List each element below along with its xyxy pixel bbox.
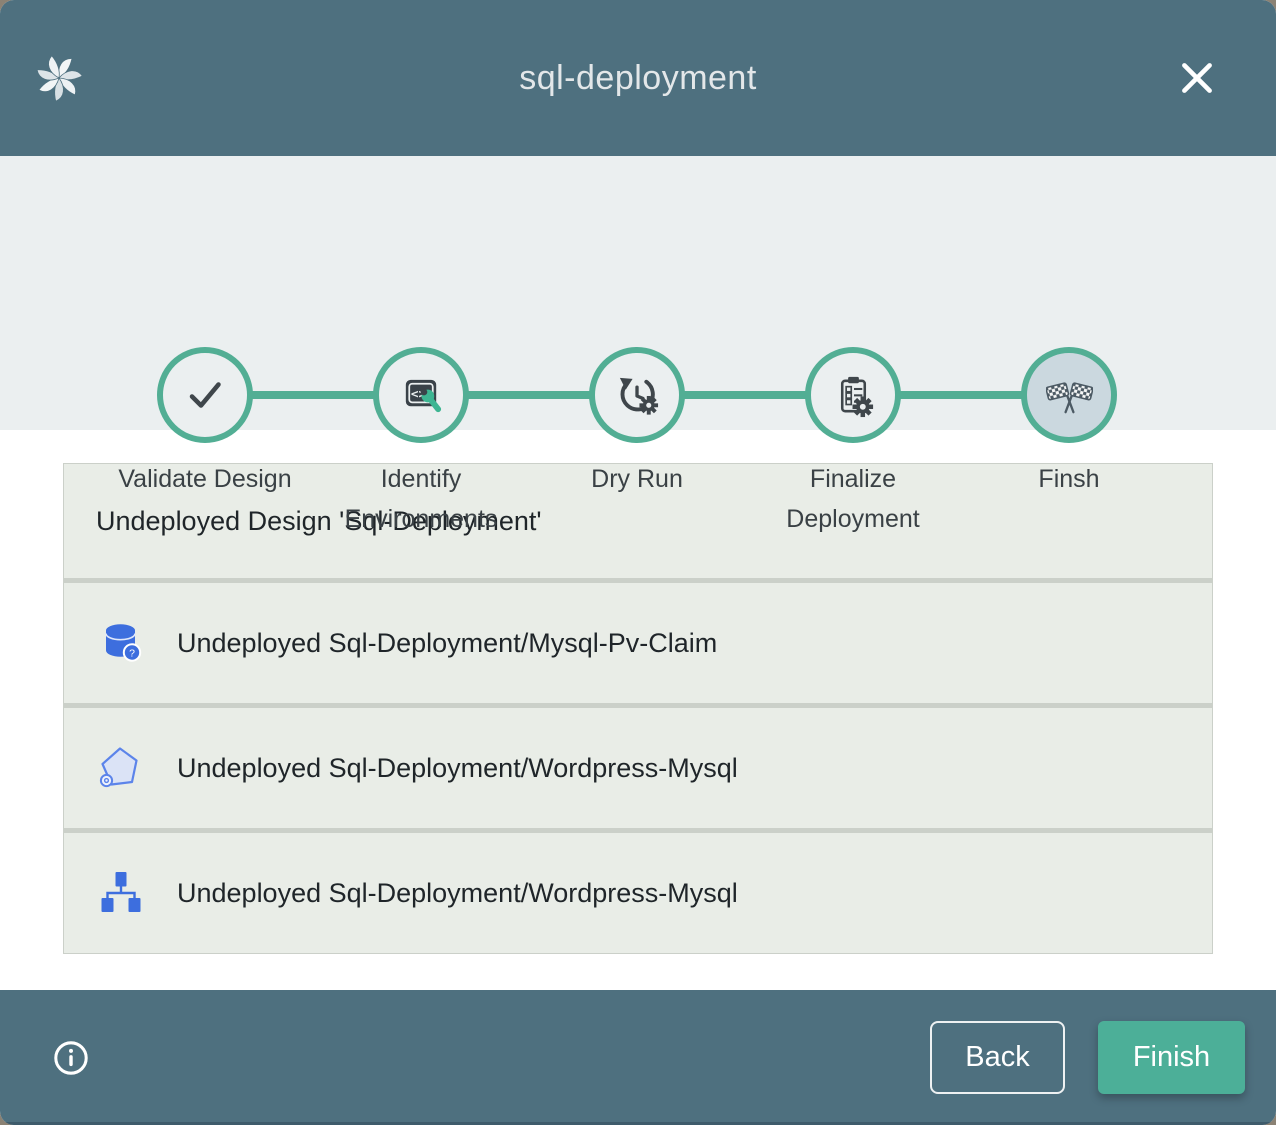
svg-text:?: ? bbox=[129, 647, 135, 659]
back-button[interactable]: Back bbox=[930, 1021, 1065, 1094]
stepper-steps: Validate Design <> Identify Environments bbox=[97, 347, 1177, 539]
step-validate-design: Validate Design bbox=[97, 347, 313, 539]
step-finish: Finsh bbox=[961, 347, 1177, 539]
deployment-wizard-modal: sql-deployment Validate Design bbox=[0, 0, 1276, 1125]
result-text: Undeployed Sql-Deployment/Wordpress-Mysq… bbox=[177, 878, 738, 909]
close-icon bbox=[1176, 57, 1218, 99]
result-row-wordpress-mysql-config: Undeployed Sql-Deployment/Wordpress-Mysq… bbox=[64, 708, 1212, 828]
step-label: Finsh bbox=[1038, 459, 1099, 499]
step-label: Identify Environments bbox=[313, 459, 529, 539]
result-row-mysql-pv-claim: ? Undeployed Sql-Deployment/Mysql-Pv-Cla… bbox=[64, 583, 1212, 703]
result-row-wordpress-mysql-tree: Undeployed Sql-Deployment/Wordpress-Mysq… bbox=[64, 833, 1212, 953]
step-identify-environments: <> Identify Environments bbox=[313, 347, 529, 539]
step-circle-validate-design bbox=[157, 347, 253, 443]
step-circle-identify-environments: <> bbox=[373, 347, 469, 443]
info-icon bbox=[52, 1039, 90, 1077]
check-icon bbox=[182, 372, 228, 418]
result-text: Undeployed Sql-Deployment/Wordpress-Mysq… bbox=[177, 753, 738, 784]
step-label: Finalize Deployment bbox=[745, 459, 961, 539]
info-button[interactable] bbox=[52, 1039, 90, 1077]
pentagon-icon bbox=[98, 745, 144, 791]
step-circle-finish bbox=[1021, 347, 1117, 443]
result-text: Undeployed Sql-Deployment/Mysql-Pv-Claim bbox=[177, 628, 717, 659]
modal-footer: Back Finish bbox=[0, 990, 1276, 1125]
step-circle-finalize-deployment bbox=[805, 347, 901, 443]
step-dry-run: Dry Run bbox=[529, 347, 745, 539]
step-circle-dry-run bbox=[589, 347, 685, 443]
tree-icon bbox=[98, 870, 144, 916]
finish-button[interactable]: Finish bbox=[1098, 1021, 1245, 1094]
step-label: Validate Design bbox=[118, 459, 291, 499]
modal-title: sql-deployment bbox=[0, 0, 1276, 156]
wizard-stepper: Validate Design <> Identify Environments bbox=[0, 156, 1276, 430]
code-wrench-icon: <> bbox=[398, 372, 445, 419]
checkered-flags-icon bbox=[1046, 372, 1093, 419]
database-icon: ? bbox=[98, 620, 144, 666]
step-finalize-deployment: Finalize Deployment bbox=[745, 347, 961, 539]
clipboard-gear-icon bbox=[830, 372, 877, 419]
step-label: Dry Run bbox=[591, 459, 683, 499]
history-gear-icon bbox=[614, 372, 661, 419]
close-button[interactable] bbox=[1176, 57, 1218, 99]
modal-header: sql-deployment bbox=[0, 0, 1276, 156]
